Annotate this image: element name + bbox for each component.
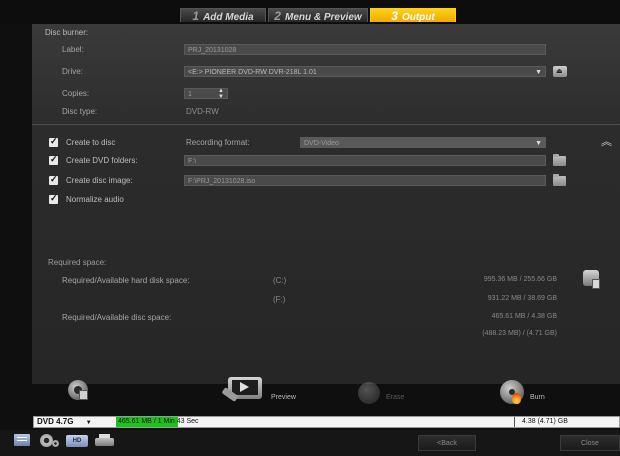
erase-button[interactable] [358,382,380,404]
disc-space-bar: DVD 4.7G ▼ 465.61 MB / 1 Min 43 Sec 4.38… [33,416,620,428]
capacity-marker [514,417,515,427]
disc-burner-title: Disc burner: [45,28,89,37]
create-to-disc-checkbox[interactable] [49,136,58,147]
disc-space-value: 465.61 MB / 4.38 GB [491,313,557,320]
normalize-audio-label: Normalize audio [66,195,124,204]
used-space-readout: 465.61 MB / 1 Min 43 Sec [118,418,199,425]
disc-type-label: Disc type: [62,107,98,116]
hd-settings-icon[interactable]: HD [66,435,88,447]
settings-icon[interactable] [38,432,60,450]
step-tab-bar: 1 Add Media 2 Menu & Preview 3 Output [0,0,620,24]
disc-type-value: DVD-RW [186,107,219,116]
burn-label: Burn [530,394,545,401]
disc-space-label: Required/Available disc space: [62,313,172,322]
required-space-title: Required space: [48,258,107,267]
tab-menu-preview[interactable]: 2 Menu & Preview [268,8,368,23]
create-disc-image-checkbox[interactable] [49,174,58,185]
label-input[interactable]: PRJ_20131028 [184,44,546,55]
disc-image-path-input[interactable]: F:\PRJ_20131028.iso [184,175,546,186]
back-button[interactable]: <Back [418,435,476,451]
preview-label: Preview [271,394,296,401]
stepper-arrows-icon[interactable]: ▲ ▼ [218,88,224,100]
disc-size-select[interactable]: DVD 4.7G ▼ [37,417,92,427]
normalize-audio-checkbox[interactable] [49,193,58,204]
drive-f-label: (F:) [273,295,286,304]
eject-icon: ⏏ [556,68,563,75]
create-dvd-folders-label: Create DVD folders: [66,156,138,165]
capacity-readout: 4.38 (4.71) GB [522,418,568,425]
folder-icon[interactable] [553,154,566,166]
burn-button[interactable] [500,380,526,406]
flame-icon [512,393,521,404]
drive-f-space-value: 931.22 MB / 38.69 GB [487,295,557,302]
collapse-chevron-icon[interactable]: ︽ [601,133,612,149]
hdd-space-label: Required/Available hard disk space: [62,276,190,285]
drive-label: Drive: [62,67,83,76]
dvd-folders-path-input[interactable]: F:\ [184,155,546,166]
play-icon [240,382,249,392]
copies-stepper[interactable]: 1 ▲ ▼ [184,88,228,100]
close-button[interactable]: Close [560,435,620,451]
recording-format-label: Recording format: [186,138,250,147]
chevron-down-icon: ▼ [85,420,92,426]
create-dvd-folders-checkbox[interactable] [49,154,58,165]
left-strip [0,24,32,430]
hard-disk-info-icon[interactable] [583,266,601,290]
drive-c-label: (C:) [273,276,287,285]
eject-button[interactable]: ⏏ [553,66,567,77]
drive-select[interactable]: <E:> PIONEER DVD-RW DVR-218L 1.01 ▼ [184,66,546,77]
bottom-toolbar: HD <Back Close [0,430,620,456]
chapter-list-icon[interactable] [14,434,32,448]
copies-label: Copies: [62,89,90,98]
print-icon[interactable] [95,434,115,448]
create-to-disc-label: Create to disc [66,138,116,147]
chevron-down-icon: ▼ [535,140,542,147]
chevron-down-icon: ▼ [535,69,542,76]
recording-format-select[interactable]: DVD-Video ▼ [300,137,546,148]
disc-space-value-alt: (488.23 MB) / (4.71 GB) [482,330,557,337]
erase-disc-icon [358,382,380,404]
label-label: Label: [62,45,84,54]
preview-button[interactable] [221,377,266,407]
create-disc-image-label: Create disc image: [66,176,133,185]
tab-output[interactable]: 3 Output [370,8,456,23]
erase-label: Erase [386,394,405,401]
drive-c-space-value: 995.36 MB / 255.66 GB [483,276,557,283]
disc-info-button[interactable] [68,380,90,402]
tab-add-media[interactable]: 1 Add Media [180,8,266,23]
section-divider [32,124,620,125]
folder-icon[interactable] [553,174,566,186]
